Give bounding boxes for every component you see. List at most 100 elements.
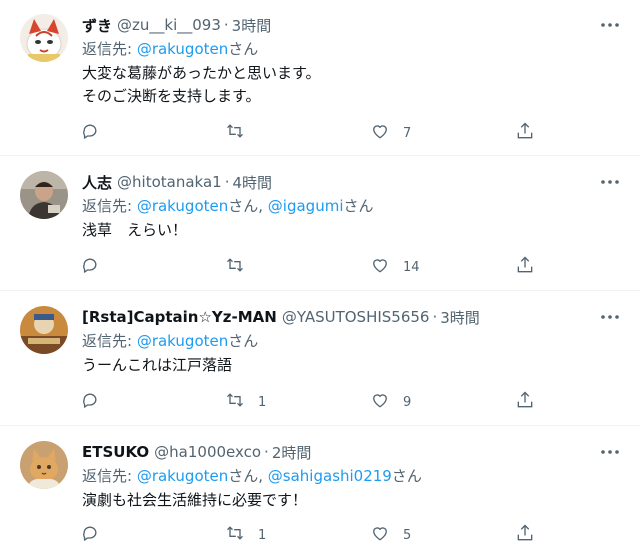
like-count: 7 (403, 125, 412, 141)
user-handle[interactable]: @ha1000exco (154, 443, 261, 461)
honorific: さん (391, 467, 422, 485)
reply-prefix: 返信先: (82, 332, 137, 350)
share-icon (515, 255, 535, 279)
mention-link[interactable]: @igagumi (268, 197, 344, 215)
separator-dot: · (224, 173, 230, 191)
like-count: 14 (403, 259, 420, 275)
replying-to: 返信先: @rakugotenさん, @igagumiさん (82, 195, 374, 216)
retweet-icon (225, 255, 245, 279)
more-icon[interactable] (598, 171, 622, 193)
display-name[interactable]: [Rsta]Captain☆Yz-MAN (82, 308, 277, 326)
reply-icon (80, 121, 100, 145)
retweet-button[interactable]: 1 (225, 390, 266, 414)
tweet-text: 演劇も社会生活維持に必要です！ (82, 489, 307, 512)
more-icon[interactable] (598, 14, 622, 36)
user-handle[interactable]: @YASUTOSHIS5656 (282, 308, 430, 326)
action-bar: 1 9 (80, 390, 540, 414)
like-icon (370, 255, 390, 279)
reply-icon (80, 390, 100, 414)
reply-icon (80, 523, 100, 547)
tweet-3[interactable]: [Rsta]Captain☆Yz-MAN @YASUTOSHIS5656 · 3… (0, 292, 640, 426)
like-count: 9 (403, 394, 412, 410)
share-icon (515, 390, 535, 414)
avatar[interactable] (20, 441, 68, 489)
like-button[interactable]: 9 (370, 390, 411, 414)
like-icon (370, 390, 390, 414)
avatar[interactable] (20, 306, 68, 354)
tweet-text: 浅草 えらい！ (82, 219, 187, 242)
retweet-button[interactable] (225, 121, 258, 145)
like-count: 5 (403, 527, 412, 543)
reply-button[interactable] (80, 121, 113, 145)
mention-link[interactable]: @rakugoten (137, 467, 228, 485)
action-bar: 7 (80, 121, 540, 145)
like-button[interactable]: 5 (370, 523, 411, 547)
display-name[interactable]: ずき (82, 15, 112, 36)
action-bar: 14 (80, 255, 540, 279)
action-bar: 1 5 (80, 523, 540, 547)
honorific: さん (228, 467, 259, 485)
retweet-count: 1 (258, 394, 267, 410)
retweet-count: 1 (258, 527, 267, 543)
mention-link[interactable]: @rakugoten (137, 40, 228, 58)
mention-link[interactable]: @rakugoten (137, 197, 228, 215)
retweet-button[interactable] (225, 255, 258, 279)
retweet-icon (225, 390, 245, 414)
reply-button[interactable] (80, 390, 113, 414)
share-icon (515, 523, 535, 547)
separator-dot: · (432, 308, 438, 326)
separator-dot: · (264, 443, 269, 461)
timestamp[interactable]: 3時間 (440, 307, 480, 328)
replying-to: 返信先: @rakugotenさん, @sahigashi0219さん (82, 465, 422, 486)
tweet-text-line: 演劇も社会生活維持に必要です！ (82, 491, 308, 509)
honorific: さん (228, 197, 259, 215)
tweet-text-line: うーんこれは江戸落語 (82, 356, 233, 374)
tweet-header: ずき @zu__ki__093 · 3時間 (82, 14, 580, 36)
like-icon (370, 523, 390, 547)
avatar[interactable] (20, 171, 68, 219)
user-handle[interactable]: @zu__ki__093 (117, 16, 221, 34)
separator-dot: · (223, 16, 229, 34)
tweet-header: [Rsta]Captain☆Yz-MAN @YASUTOSHIS5656 · 3… (82, 306, 580, 328)
reply-joiner: , (258, 197, 268, 215)
tweet-text-line: そのご決断を支持します。 (82, 87, 261, 105)
mention-link[interactable]: @sahigashi0219 (268, 467, 392, 485)
like-button[interactable]: 7 (370, 121, 411, 145)
tweet-1[interactable]: ずき @zu__ki__093 · 3時間 返信先: @rakugotenさん … (0, 0, 640, 156)
retweet-icon (225, 121, 245, 145)
display-name[interactable]: 人志 (82, 172, 112, 193)
reply-button[interactable] (80, 523, 113, 547)
tweet-header: 人志 @hitotanaka1 · 4時間 (82, 171, 580, 193)
timestamp[interactable]: 2時間 (272, 442, 312, 463)
honorific: さん (228, 40, 259, 58)
display-name[interactable]: ETSUKO (82, 443, 149, 461)
mention-link[interactable]: @rakugoten (137, 332, 228, 350)
more-icon[interactable] (598, 306, 622, 328)
timestamp[interactable]: 3時間 (232, 15, 272, 36)
honorific: さん (228, 332, 259, 350)
tweet-text-line: 大変な葛藤があったかと思います。 (82, 64, 321, 82)
honorific: さん (343, 197, 374, 215)
avatar[interactable] (20, 14, 68, 62)
reply-button[interactable] (80, 255, 113, 279)
retweet-button[interactable]: 1 (225, 523, 266, 547)
replying-to: 返信先: @rakugotenさん (82, 38, 258, 59)
tweet-header: ETSUKO @ha1000exco · 2時間 (82, 441, 580, 463)
user-handle[interactable]: @hitotanaka1 (117, 173, 222, 191)
share-icon (515, 121, 535, 145)
timestamp[interactable]: 4時間 (232, 172, 272, 193)
more-icon[interactable] (598, 441, 622, 463)
tweet-2[interactable]: 人志 @hitotanaka1 · 4時間 返信先: @rakugotenさん,… (0, 157, 640, 291)
tweet-text-line: 浅草 えらい！ (82, 221, 188, 239)
share-button[interactable] (515, 523, 535, 547)
tweet-4[interactable]: ETSUKO @ha1000exco · 2時間 返信先: @rakugoten… (0, 427, 640, 558)
reply-feed: ずき @zu__ki__093 · 3時間 返信先: @rakugotenさん … (0, 0, 640, 558)
reply-prefix: 返信先: (82, 40, 137, 58)
share-button[interactable] (515, 390, 535, 414)
share-button[interactable] (515, 255, 535, 279)
share-button[interactable] (515, 121, 535, 145)
like-button[interactable]: 14 (370, 255, 420, 279)
reply-joiner: , (258, 467, 268, 485)
reply-prefix: 返信先: (82, 467, 137, 485)
reply-icon (80, 255, 100, 279)
